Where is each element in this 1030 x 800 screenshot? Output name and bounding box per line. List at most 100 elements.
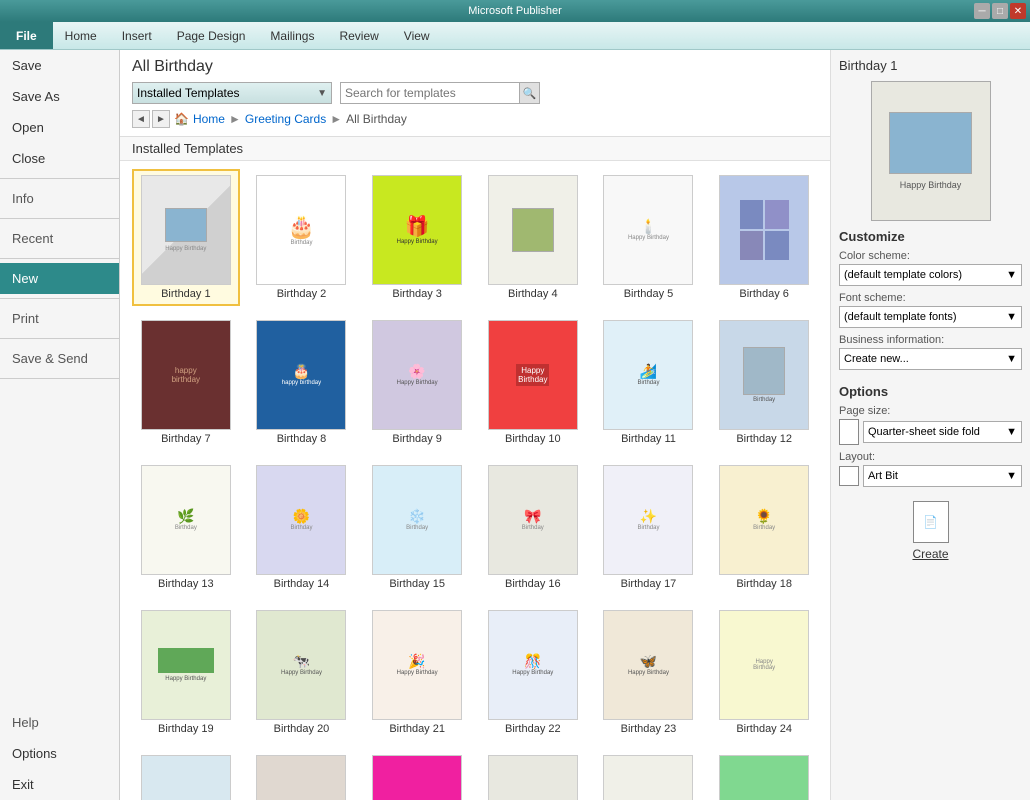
template-item-17[interactable]: ✨ Birthday Birthday 17 — [595, 459, 703, 596]
template-item-28[interactable]: 🌸 Birthday 28 — [479, 749, 587, 800]
tab-review[interactable]: Review — [327, 22, 391, 49]
sidebar-item-exit[interactable]: Exit — [0, 769, 119, 800]
business-info-dropdown[interactable]: Create new... ▼ — [839, 348, 1022, 370]
breadcrumb-current: All Birthday — [346, 112, 407, 126]
template-item-18[interactable]: 🌻 Birthday Birthday 18 — [710, 459, 818, 596]
template-label-16: Birthday 16 — [505, 578, 561, 590]
template-thumb-22: 🎊 Happy Birthday — [488, 610, 578, 720]
layout-dropdown[interactable]: Art Bit ▼ — [863, 465, 1022, 487]
template-item-2[interactable]: 🎂 Birthday Birthday 2 — [248, 169, 356, 306]
search-input[interactable] — [341, 83, 519, 103]
sidebar-item-save-send[interactable]: Save & Send — [0, 343, 119, 374]
sidebar-item-close[interactable]: Close — [0, 143, 119, 174]
template-item-27[interactable]: 🎀 Birthday 27 — [363, 749, 471, 800]
template-label-24: Birthday 24 — [736, 723, 792, 735]
template-thumb-29: 🌺 — [603, 755, 693, 800]
template-thumb-1: Happy Birthday — [141, 175, 231, 285]
template-item-3[interactable]: 🎁 Happy Birthday Birthday 3 — [363, 169, 471, 306]
template-label-15: Birthday 15 — [389, 578, 445, 590]
sidebar-item-recent[interactable]: Recent — [0, 223, 119, 254]
font-scheme-arrow: ▼ — [1006, 311, 1017, 323]
template-item-13[interactable]: 🌿 Birthday Birthday 13 — [132, 459, 240, 596]
template-item-24[interactable]: HappyBirthday Birthday 24 — [710, 604, 818, 741]
sidebar-divider-3 — [0, 258, 119, 259]
back-button[interactable]: ◄ — [132, 110, 150, 128]
forward-button[interactable]: ► — [152, 110, 170, 128]
template-thumb-20: 🐄 Happy Birthday — [256, 610, 346, 720]
template-item-10[interactable]: HappyBirthday Birthday 10 — [479, 314, 587, 451]
template-thumb-14: 🌼 Birthday — [256, 465, 346, 575]
layout-label: Layout: — [839, 451, 1022, 463]
template-item-21[interactable]: 🎉 Happy Birthday Birthday 21 — [363, 604, 471, 741]
customize-title: Customize — [839, 229, 1022, 244]
tab-insert[interactable]: Insert — [110, 22, 165, 49]
font-scheme-value: (default template fonts) — [844, 311, 957, 323]
template-item-30[interactable]: 🌿 Birthday 30 — [710, 749, 818, 800]
tab-mailings[interactable]: Mailings — [258, 22, 327, 49]
template-label-18: Birthday 18 — [736, 578, 792, 590]
template-item-11[interactable]: 🏄 Birthday Birthday 11 — [595, 314, 703, 451]
template-item-16[interactable]: 🎀 Birthday Birthday 16 — [479, 459, 587, 596]
template-item-4[interactable]: Birthday 4 — [479, 169, 587, 306]
sidebar-item-new[interactable]: New — [0, 263, 119, 294]
home-icon: 🏠 — [174, 112, 189, 126]
file-tab[interactable]: File — [0, 22, 53, 49]
restore-button[interactable]: □ — [992, 3, 1008, 19]
template-item-29[interactable]: 🌺 Birthday 29 — [595, 749, 703, 800]
tab-home[interactable]: Home — [53, 22, 110, 49]
template-label-9: Birthday 9 — [392, 433, 442, 445]
layout-value: Art Bit — [868, 470, 898, 482]
options-title: Options — [839, 384, 1022, 399]
template-label-8: Birthday 8 — [277, 433, 327, 445]
template-item-25[interactable]: 🏰 Birthday 25 — [132, 749, 240, 800]
sidebar-divider-2 — [0, 218, 119, 219]
breadcrumb-home[interactable]: Home — [193, 112, 225, 126]
content-header: All Birthday Installed Templates ▼ 🔍 ◄ ►… — [120, 50, 830, 137]
sidebar-item-options[interactable]: Options — [0, 738, 119, 769]
template-thumb-21: 🎉 Happy Birthday — [372, 610, 462, 720]
template-label-21: Birthday 21 — [389, 723, 445, 735]
create-button[interactable]: Create — [912, 547, 948, 561]
template-grid-container: Happy Birthday Birthday 1 🎂 Birthday Bir… — [120, 161, 830, 800]
template-item-20[interactable]: 🐄 Happy Birthday Birthday 20 — [248, 604, 356, 741]
template-item-1[interactable]: Happy Birthday Birthday 1 — [132, 169, 240, 306]
sidebar-divider-1 — [0, 178, 119, 179]
template-item-23[interactable]: 🦋 Happy Birthday Birthday 23 — [595, 604, 703, 741]
sidebar-item-info[interactable]: Info — [0, 183, 119, 214]
template-item-22[interactable]: 🎊 Happy Birthday Birthday 22 — [479, 604, 587, 741]
template-item-8[interactable]: 🎂 happy birthday Birthday 8 — [248, 314, 356, 451]
template-item-19[interactable]: Happy Birthday Birthday 19 — [132, 604, 240, 741]
page-size-row: Quarter-sheet side fold ▼ — [839, 419, 1022, 445]
template-item-12[interactable]: Birthday Birthday 12 — [710, 314, 818, 451]
template-item-6[interactable]: Birthday 6 — [710, 169, 818, 306]
tab-page-design[interactable]: Page Design — [165, 22, 259, 49]
template-label-10: Birthday 10 — [505, 433, 561, 445]
page-size-dropdown[interactable]: Quarter-sheet side fold ▼ — [863, 421, 1022, 443]
template-item-26[interactable]: 🐄🌾 Birthday 26 — [248, 749, 356, 800]
sidebar-item-open[interactable]: Open — [0, 112, 119, 143]
tab-view[interactable]: View — [392, 22, 443, 49]
sidebar-item-print[interactable]: Print — [0, 303, 119, 334]
page-size-icon — [839, 419, 859, 445]
close-button[interactable]: ✕ — [1010, 3, 1026, 19]
template-item-15[interactable]: ❄️ Birthday Birthday 15 — [363, 459, 471, 596]
color-scheme-dropdown[interactable]: (default template colors) ▼ — [839, 264, 1022, 286]
breadcrumb-greeting-cards[interactable]: Greeting Cards — [245, 112, 326, 126]
sidebar-item-help[interactable]: Help — [0, 707, 119, 738]
template-source-dropdown[interactable]: Installed Templates ▼ — [132, 82, 332, 104]
color-scheme-arrow: ▼ — [1006, 269, 1017, 281]
template-thumb-11: 🏄 Birthday — [603, 320, 693, 430]
template-label-13: Birthday 13 — [158, 578, 214, 590]
font-scheme-dropdown[interactable]: (default template fonts) ▼ — [839, 306, 1022, 328]
template-item-7[interactable]: happybirthday Birthday 7 — [132, 314, 240, 451]
minimize-button[interactable]: ─ — [974, 3, 990, 19]
template-item-14[interactable]: 🌼 Birthday Birthday 14 — [248, 459, 356, 596]
template-label-1: Birthday 1 — [161, 288, 211, 300]
template-thumb-15: ❄️ Birthday — [372, 465, 462, 575]
template-item-9[interactable]: 🌸 Happy Birthday Birthday 9 — [363, 314, 471, 451]
search-button[interactable]: 🔍 — [519, 83, 539, 103]
template-thumb-30: 🌿 — [719, 755, 809, 800]
sidebar-item-save[interactable]: Save — [0, 50, 119, 81]
sidebar-item-save-as[interactable]: Save As — [0, 81, 119, 112]
template-item-5[interactable]: 🕯️ Happy Birthday Birthday 5 — [595, 169, 703, 306]
